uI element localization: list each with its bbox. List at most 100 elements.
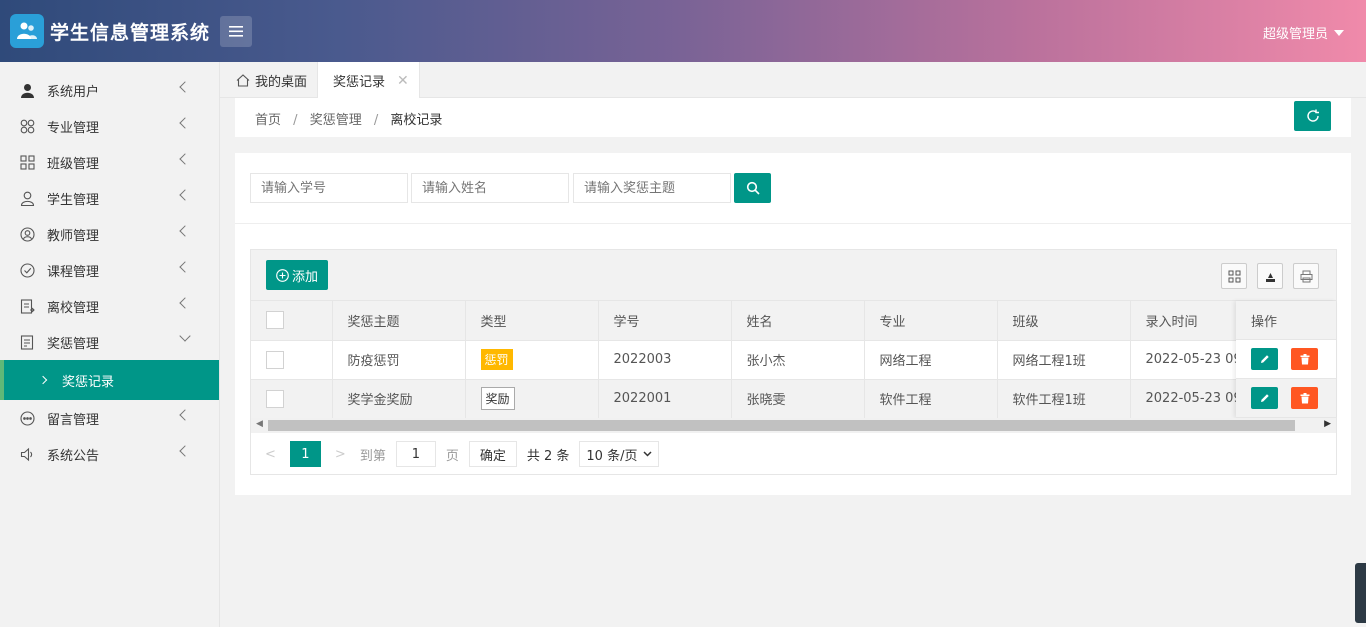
page-unit-label: 页 bbox=[445, 448, 459, 464]
users-logo-icon bbox=[17, 22, 37, 39]
sidebar-item-system-users[interactable]: 系统用户 bbox=[0, 72, 219, 108]
sidebar-item-label: 奖惩管理 bbox=[47, 336, 100, 352]
name-input[interactable] bbox=[411, 173, 569, 203]
user-name: 超级管理员 bbox=[1262, 27, 1328, 42]
columns-filter-button[interactable] bbox=[1221, 263, 1247, 289]
main-panel: 添加 奖惩主题 类型 学号 姓名 专业 班级 bbox=[235, 153, 1351, 495]
sidebar-item-students[interactable]: 学生管理 bbox=[0, 180, 219, 216]
edit-button[interactable] bbox=[1251, 387, 1278, 409]
divider bbox=[235, 223, 1351, 224]
row-checkbox[interactable] bbox=[266, 389, 284, 408]
export-button[interactable] bbox=[1257, 263, 1283, 289]
side-widget[interactable] bbox=[1355, 563, 1366, 623]
tab-award-records[interactable]: 奖惩记录 ✕ bbox=[317, 62, 420, 99]
sidebar-item-classes[interactable]: 班级管理 bbox=[0, 144, 219, 180]
scroll-left-icon[interactable]: ◀ bbox=[256, 419, 263, 429]
column-header: 奖惩主题 bbox=[332, 301, 466, 341]
sidebar-item-label: 系统用户 bbox=[47, 84, 100, 100]
column-header: 操作 bbox=[1251, 314, 1278, 330]
sidebar-item-awards[interactable]: 奖惩管理 bbox=[0, 324, 219, 360]
search-button[interactable] bbox=[734, 173, 771, 203]
print-button[interactable] bbox=[1293, 263, 1319, 289]
scrollbar-thumb[interactable] bbox=[268, 420, 1295, 431]
row-select-cell bbox=[251, 340, 333, 380]
refresh-button[interactable] bbox=[1294, 101, 1331, 131]
sidebar-item-label: 系统公告 bbox=[47, 448, 100, 464]
prev-page-icon[interactable]: < bbox=[265, 447, 276, 462]
tab-home[interactable]: 我的桌面 bbox=[234, 62, 309, 98]
user-menu[interactable]: 超级管理员 bbox=[1263, 23, 1344, 42]
delete-button[interactable] bbox=[1291, 348, 1318, 370]
operations-column: 操作 bbox=[1236, 301, 1336, 418]
add-button[interactable]: 添加 bbox=[266, 260, 328, 290]
type-badge: 惩罚 bbox=[480, 349, 513, 370]
hamburger-icon bbox=[229, 26, 243, 37]
cell-subject: 防疫惩罚 bbox=[332, 340, 466, 380]
scroll-right-icon[interactable]: ▶ bbox=[1324, 419, 1331, 429]
sidebar-item-teachers[interactable]: 教师管理 bbox=[0, 216, 219, 252]
tab-close-icon[interactable]: ✕ bbox=[397, 73, 409, 89]
table-toolbar: 添加 bbox=[251, 250, 1336, 301]
page-size-value: 10 条/页 bbox=[586, 448, 638, 464]
menu-toggle-button[interactable] bbox=[220, 16, 252, 47]
column-header: 姓名 bbox=[731, 301, 865, 341]
horizontal-scrollbar[interactable]: ◀ ▶ bbox=[251, 418, 1336, 433]
chevron-left-icon bbox=[179, 189, 191, 201]
chevron-left-icon bbox=[179, 261, 191, 273]
select-all-checkbox[interactable] bbox=[266, 311, 284, 330]
row-select-cell bbox=[251, 379, 333, 419]
sidebar-item-label: 留言管理 bbox=[47, 412, 100, 428]
page-current[interactable]: 1 bbox=[289, 441, 321, 467]
chevron-down-icon bbox=[643, 451, 652, 457]
sidebar-item-announcements[interactable]: 系统公告 bbox=[0, 436, 219, 472]
pencil-icon bbox=[1260, 394, 1269, 402]
goto-confirm-button[interactable]: 确定 bbox=[468, 441, 517, 467]
chevron-left-icon bbox=[179, 117, 191, 129]
clover-icon bbox=[19, 118, 35, 134]
delete-button[interactable] bbox=[1291, 387, 1318, 409]
chevron-left-icon bbox=[179, 225, 191, 237]
tab-bar: 我的桌面 奖惩记录 ✕ bbox=[220, 62, 1366, 99]
sidebar-item-courses[interactable]: 课程管理 bbox=[0, 252, 219, 288]
subject-input[interactable] bbox=[573, 173, 731, 203]
breadcrumb-bar: 首页 / 奖惩管理 / 离校记录 bbox=[235, 98, 1351, 137]
operations-cell bbox=[1236, 379, 1336, 418]
sidebar-item-label: 学生管理 bbox=[47, 192, 100, 208]
breadcrumb-awards[interactable]: 奖惩管理 bbox=[310, 113, 362, 128]
sidebar-item-messages[interactable]: 留言管理 bbox=[0, 400, 219, 436]
student-id-input[interactable] bbox=[250, 173, 408, 203]
select-all-cell bbox=[251, 301, 333, 341]
cell-major: 网络工程 bbox=[864, 340, 998, 380]
home-icon bbox=[236, 73, 250, 87]
cell-name: 张小杰 bbox=[731, 340, 865, 380]
table-row: 奖学金奖励 奖励 2022001 张晓雯 软件工程 软件工程1班 2022-05… bbox=[251, 379, 1318, 419]
leave-icon bbox=[19, 298, 35, 314]
cell-name: 张晓雯 bbox=[731, 379, 865, 419]
trash-icon bbox=[1300, 392, 1309, 403]
award-icon bbox=[19, 334, 35, 350]
type-badge: 奖励 bbox=[480, 387, 515, 410]
operations-cell bbox=[1236, 340, 1336, 379]
trash-icon bbox=[1300, 353, 1309, 364]
table-row: 防疫惩罚 惩罚 2022003 张小杰 网络工程 网络工程1班 2022-05-… bbox=[251, 340, 1318, 380]
next-page-icon[interactable]: > bbox=[335, 447, 346, 462]
chevron-left-icon bbox=[179, 445, 191, 457]
message-icon bbox=[19, 410, 35, 426]
breadcrumb-home[interactable]: 首页 bbox=[255, 113, 281, 128]
page-number-input[interactable]: 1 bbox=[395, 441, 436, 467]
sidebar-subitem-award-records[interactable]: 奖惩记录 bbox=[0, 360, 219, 400]
sidebar-item-majors[interactable]: 专业管理 bbox=[0, 108, 219, 144]
tab-current-label: 奖惩记录 bbox=[333, 75, 386, 90]
column-header: 类型 bbox=[465, 301, 599, 341]
page-size-select[interactable]: 10 条/页 bbox=[579, 441, 660, 467]
sidebar-item-label: 专业管理 bbox=[47, 120, 100, 136]
print-icon bbox=[1300, 270, 1312, 282]
chevron-left-icon bbox=[179, 409, 191, 421]
row-checkbox[interactable] bbox=[266, 350, 284, 369]
pencil-icon bbox=[1260, 355, 1269, 363]
app-logo bbox=[10, 14, 44, 48]
sidebar-item-leave[interactable]: 离校管理 bbox=[0, 288, 219, 324]
chevron-left-icon bbox=[179, 81, 191, 93]
chevron-left-icon bbox=[179, 153, 191, 165]
edit-button[interactable] bbox=[1251, 348, 1278, 370]
